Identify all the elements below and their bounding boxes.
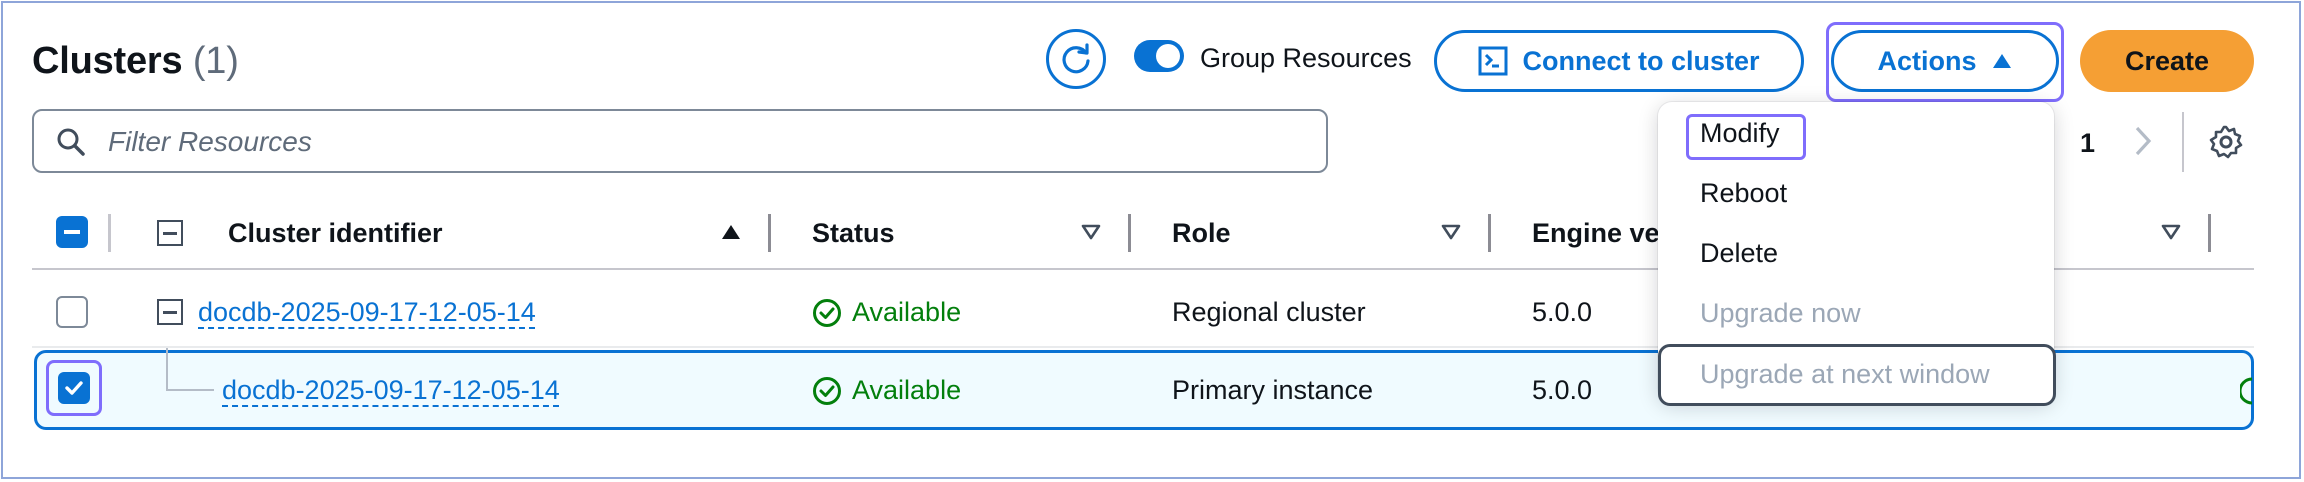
role-cell: Regional cluster	[1172, 297, 1366, 327]
status-cell: Available	[812, 375, 961, 406]
menu-item-delete[interactable]: Delete	[1700, 238, 1778, 269]
create-button[interactable]: Create	[2080, 30, 2254, 92]
sort-none-icon[interactable]	[1440, 222, 1462, 242]
create-label: Create	[2124, 45, 2210, 76]
collapse-row-icon[interactable]	[157, 299, 183, 325]
pagination-current-page[interactable]: 1	[2080, 128, 2095, 159]
filter-input[interactable]	[106, 111, 1310, 173]
engine-version-cell: 5.0.0	[1532, 297, 1593, 327]
column-divider[interactable]	[768, 214, 771, 252]
menu-item-upgrade-now: Upgrade now	[1700, 298, 1861, 328]
status-text: Available	[852, 297, 962, 327]
column-header-engine-version[interactable]: Engine ve	[1532, 218, 1660, 249]
refresh-icon	[1062, 43, 1090, 74]
row-checkbox[interactable]	[56, 296, 88, 328]
chevron-right-icon[interactable]	[2130, 124, 2156, 158]
row-checkbox-checked[interactable]	[58, 372, 90, 404]
column-header-role[interactable]: Role	[1172, 218, 1231, 249]
connect-to-cluster-label: Connect to cluster	[1522, 45, 1760, 76]
page-title-text: Clusters	[32, 40, 183, 82]
filter-resources	[32, 109, 1328, 173]
toggle-knob	[1156, 44, 1180, 68]
engine-version-cell: 5.0.0	[1532, 375, 1593, 405]
menu-item-modify[interactable]: Modify	[1700, 118, 1780, 149]
menu-item-upgrade-at-next-window: Upgrade at next window	[1700, 359, 1990, 389]
column-header-status[interactable]: Status	[812, 218, 895, 249]
page-title-count: (1)	[192, 40, 239, 82]
status-positive-icon-clipped	[2240, 377, 2253, 405]
column-divider[interactable]	[1488, 214, 1491, 252]
column-header-cluster-identifier[interactable]: Cluster identifier	[228, 218, 443, 249]
collapse-all-icon[interactable]	[157, 220, 183, 246]
actions-label: Actions	[1877, 45, 1977, 76]
actions-dropdown-menu: Modify Reboot Delete Upgrade now Upgrade…	[1658, 102, 2056, 406]
status-positive-icon	[813, 298, 841, 327]
column-divider[interactable]	[2208, 214, 2211, 252]
checkmark-icon	[65, 381, 83, 395]
sort-none-icon[interactable]	[1080, 222, 1102, 242]
search-icon	[57, 128, 85, 156]
column-divider[interactable]	[1128, 214, 1131, 252]
terminal-icon	[1478, 46, 1508, 76]
menu-item-reboot[interactable]: Reboot	[1700, 178, 1787, 209]
status-cell: Available	[812, 297, 961, 328]
status-positive-icon	[813, 376, 841, 405]
pagination-divider	[2182, 112, 2184, 172]
sort-ascending-icon[interactable]	[720, 222, 742, 242]
group-resources-toggle[interactable]	[1134, 40, 1184, 72]
cluster-identifier-link[interactable]: docdb-2025-09-17-12-05-14	[198, 297, 536, 328]
status-text: Available	[852, 375, 962, 405]
instance-identifier-link[interactable]: docdb-2025-09-17-12-05-14	[222, 375, 560, 406]
caret-up-icon	[1992, 54, 2011, 68]
connect-to-cluster-button[interactable]: Connect to cluster	[1434, 30, 1804, 92]
menu-item-upgrade-next-window-box: Upgrade at next window	[1658, 344, 2056, 406]
select-all-checkbox[interactable]	[56, 216, 88, 248]
role-cell: Primary instance	[1172, 375, 1374, 405]
actions-button[interactable]: Actions	[1831, 30, 2059, 92]
tree-connector	[166, 348, 214, 391]
refresh-button[interactable]	[1046, 29, 1106, 89]
group-resources-label: Group Resources	[1200, 43, 1412, 73]
sort-none-icon[interactable]	[2160, 222, 2182, 242]
header-divider	[108, 214, 111, 252]
page-title: Clusters (1)	[32, 40, 239, 83]
gear-icon[interactable]	[2208, 124, 2244, 160]
